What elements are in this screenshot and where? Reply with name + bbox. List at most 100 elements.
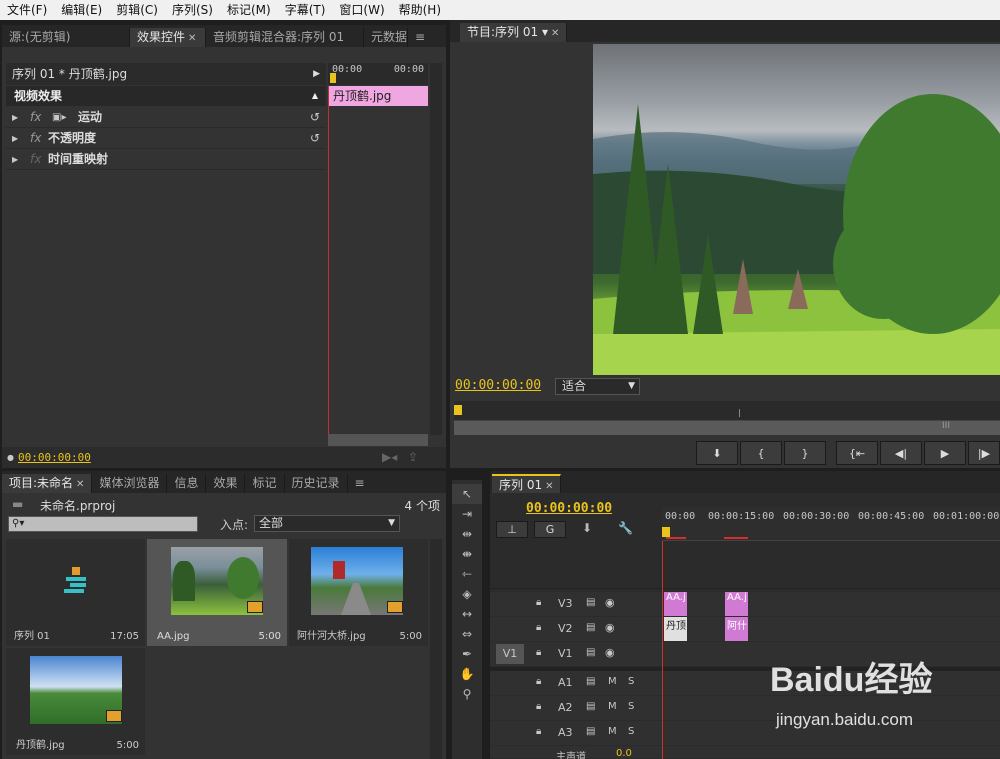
- expand-icon[interactable]: ▶: [12, 149, 18, 170]
- tab-project[interactable]: 项目:未命名 ✕: [2, 474, 93, 493]
- project-item-bridge[interactable]: 阿什河大桥.jpg 5:00: [289, 539, 428, 646]
- effect-row-opacity[interactable]: ▶ fx 不透明度 ↺: [6, 128, 326, 149]
- tab-sequence[interactable]: 序列 01 ✕: [492, 474, 562, 493]
- sync-lock-icon[interactable]: ▤: [586, 701, 595, 712]
- menu-clip[interactable]: 剪辑(C): [109, 0, 165, 20]
- clip[interactable]: 丹顶: [664, 617, 687, 641]
- close-icon[interactable]: ✕: [76, 479, 84, 490]
- mute-button[interactable]: M: [608, 726, 617, 737]
- menu-edit[interactable]: 编辑(E): [54, 0, 109, 20]
- menu-marker[interactable]: 标记(M): [220, 0, 278, 20]
- collapse-icon[interactable]: ▲: [312, 86, 318, 106]
- track-name[interactable]: V1: [558, 647, 573, 660]
- play-button[interactable]: ▶: [924, 441, 966, 465]
- close-icon[interactable]: ✕: [551, 28, 559, 39]
- panel-menu-icon[interactable]: ≡: [408, 28, 428, 47]
- wrench-icon[interactable]: 🔧: [618, 521, 633, 535]
- slide-tool-icon[interactable]: ⇔: [452, 624, 482, 644]
- project-item-crane[interactable]: 丹顶鹤.jpg 5:00: [6, 648, 145, 755]
- tab-effect-controls[interactable]: 效果控件 ✕: [130, 28, 206, 47]
- lock-icon[interactable]: 🔒︎: [536, 647, 541, 658]
- playhead-icon[interactable]: [330, 73, 336, 83]
- sync-lock-icon[interactable]: ▤: [586, 676, 595, 687]
- in-point-dropdown[interactable]: 全部 ▼: [254, 515, 400, 532]
- playhead-icon[interactable]: [454, 405, 462, 415]
- close-icon[interactable]: ✕: [545, 481, 553, 492]
- lock-icon[interactable]: 🔒︎: [536, 597, 541, 608]
- solo-button[interactable]: S: [628, 676, 634, 687]
- tab-program[interactable]: 节目:序列 01 ▾ ✕: [460, 23, 568, 42]
- clip-bar[interactable]: 丹顶鹤.jpg: [329, 86, 428, 106]
- mark-out-button[interactable]: }: [784, 441, 826, 465]
- step-forward-button[interactable]: |▶: [968, 441, 1000, 465]
- tab-effects[interactable]: 效果: [206, 474, 246, 493]
- mini-timeline-ruler[interactable]: 00:00 00:00: [328, 63, 428, 85]
- track-select-tool-icon[interactable]: ⇥: [452, 504, 482, 524]
- tab-source[interactable]: 源:(无剪辑): [2, 28, 130, 47]
- selection-tool-icon[interactable]: ↖: [452, 484, 482, 504]
- playhead-icon[interactable]: [662, 527, 670, 537]
- sync-lock-icon[interactable]: ▤: [586, 597, 595, 608]
- program-timecode[interactable]: 00:00:00:00: [455, 378, 541, 393]
- tab-metadata[interactable]: 元数据: [364, 28, 408, 47]
- project-item-aa[interactable]: AA.jpg 5:00: [147, 539, 287, 646]
- lock-icon[interactable]: 🔒︎: [536, 676, 541, 687]
- solo-button[interactable]: S: [628, 726, 634, 737]
- menu-title[interactable]: 字幕(T): [278, 0, 333, 20]
- tab-media-browser[interactable]: 媒体浏览器: [92, 474, 168, 493]
- clip[interactable]: AA.j: [725, 592, 748, 616]
- tab-audio-clip-mixer[interactable]: 音频剪辑混合器:序列 01: [206, 28, 364, 47]
- tab-markers[interactable]: 标记: [245, 474, 285, 493]
- motion-transform-icon[interactable]: ▣▸: [52, 107, 66, 128]
- snap-button[interactable]: ⊥: [496, 521, 528, 538]
- track-name[interactable]: A2: [558, 701, 573, 714]
- rate-stretch-tool-icon[interactable]: ⇽: [452, 564, 482, 584]
- play-audio-icon[interactable]: ▶◂: [382, 447, 397, 468]
- tab-info[interactable]: 信息: [167, 474, 207, 493]
- track-name[interactable]: V3: [558, 597, 573, 610]
- dropdown-icon[interactable]: ▾: [542, 25, 548, 39]
- effect-row-time-remap[interactable]: ▶ fx 时间重映射: [6, 149, 326, 170]
- vertical-scrollbar[interactable]: [430, 63, 442, 435]
- menu-file[interactable]: 文件(F): [0, 0, 54, 20]
- slip-tool-icon[interactable]: ↔: [452, 604, 482, 624]
- expand-icon[interactable]: ▶: [12, 128, 18, 149]
- lock-icon[interactable]: 🔒︎: [536, 622, 541, 633]
- fx-icon[interactable]: fx: [30, 107, 41, 128]
- sync-lock-icon[interactable]: ▤: [586, 726, 595, 737]
- fx-icon[interactable]: fx: [30, 128, 41, 149]
- program-video-frame[interactable]: [593, 44, 1000, 375]
- horizontal-scrollbar[interactable]: [328, 434, 428, 446]
- sync-lock-icon[interactable]: ▤: [586, 647, 595, 658]
- eye-icon[interactable]: ◉: [605, 596, 615, 609]
- close-icon[interactable]: ✕: [188, 33, 196, 44]
- add-marker-button[interactable]: ⬇: [696, 441, 738, 465]
- lock-icon[interactable]: 🔒︎: [536, 726, 541, 737]
- track-name[interactable]: A3: [558, 726, 573, 739]
- eye-icon[interactable]: ◉: [605, 646, 615, 659]
- source-patch-v1[interactable]: V1: [496, 644, 524, 664]
- fit-dropdown[interactable]: 适合 ▼: [555, 378, 640, 395]
- project-scrollbar[interactable]: [430, 539, 442, 759]
- clip[interactable]: 阿什: [725, 617, 748, 641]
- program-time-ruler[interactable]: [454, 401, 1000, 421]
- eye-icon[interactable]: ◉: [605, 621, 615, 634]
- razor-tool-icon[interactable]: ◈: [452, 584, 482, 604]
- play-arrow-icon[interactable]: ▶: [313, 63, 320, 85]
- panel-menu-icon[interactable]: ≡: [348, 474, 372, 493]
- hand-tool-icon[interactable]: ✋: [452, 664, 482, 684]
- rolling-edit-tool-icon[interactable]: ⇼: [452, 544, 482, 564]
- add-marker-icon[interactable]: ⬇: [582, 521, 592, 535]
- master-volume[interactable]: 0.0: [616, 748, 632, 759]
- search-input[interactable]: ⚲▾: [8, 516, 198, 532]
- link-button[interactable]: G: [534, 521, 566, 538]
- solo-button[interactable]: S: [628, 701, 634, 712]
- lock-icon[interactable]: 🔒︎: [536, 701, 541, 712]
- mute-button[interactable]: M: [608, 676, 617, 687]
- menu-window[interactable]: 窗口(W): [332, 0, 391, 20]
- ripple-edit-tool-icon[interactable]: ⇹: [452, 524, 482, 544]
- zoom-tool-icon[interactable]: ⚲: [452, 684, 482, 704]
- mute-button[interactable]: M: [608, 701, 617, 712]
- clip[interactable]: AA.j: [664, 592, 687, 616]
- track-name[interactable]: A1: [558, 676, 573, 689]
